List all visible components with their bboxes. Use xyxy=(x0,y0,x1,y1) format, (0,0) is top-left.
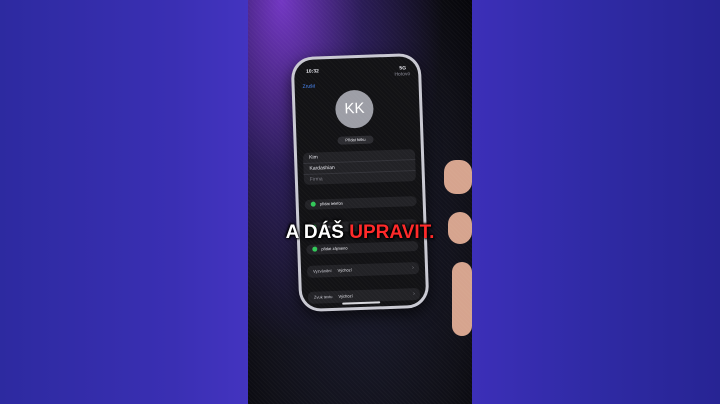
video-frame: 10:32 5G Zrušit Hotovo KK Přidat fotku K… xyxy=(248,0,472,404)
ringtone-value: Výchozí xyxy=(337,267,352,273)
chevron-right-icon: › xyxy=(411,265,415,272)
text-tone-value: Výchozí xyxy=(338,293,353,299)
hand xyxy=(452,262,472,336)
ringtone-card: Vyzvánění Výchozí › xyxy=(306,261,420,278)
add-pronunciation-label: přidat zájmeno xyxy=(321,245,348,252)
add-phone-row[interactable]: přidat telefon xyxy=(305,196,417,210)
status-bar: 10:32 5G xyxy=(306,65,406,76)
name-card: Kim Kardashian Firma xyxy=(302,149,416,185)
add-photo-button[interactable]: Přidat fotku xyxy=(337,135,374,145)
text-tone-label: Zvuk textu xyxy=(313,294,333,300)
phone-screen: 10:32 5G Zrušit Hotovo KK Přidat fotku K… xyxy=(293,55,427,310)
ringtone-row[interactable]: Vyzvánění Výchozí › xyxy=(307,262,419,278)
add-icon xyxy=(312,246,318,253)
ringtone-label: Vyzvánění xyxy=(312,268,332,274)
chevron-right-icon: › xyxy=(412,291,416,298)
add-phone-label: přidat telefon xyxy=(319,200,343,207)
avatar[interactable]: KK xyxy=(334,89,375,129)
home-indicator xyxy=(342,301,381,305)
caption-part-white: A DÁŠ xyxy=(285,222,344,243)
right-blurred-background xyxy=(472,0,720,404)
finger xyxy=(444,160,472,194)
caption-part-red: UPRAVIT. xyxy=(349,222,435,243)
status-time: 10:32 xyxy=(305,68,319,75)
phone: 10:32 5G Zrušit Hotovo KK Přidat fotku K… xyxy=(290,52,430,313)
done-button[interactable]: Hotovo xyxy=(394,71,410,78)
add-icon xyxy=(310,201,316,208)
add-phone-card: přidat telefon xyxy=(304,196,417,210)
subtitle-caption: A DÁŠ UPRAVIT. xyxy=(0,222,720,244)
cancel-button[interactable]: Zrušit xyxy=(303,84,316,90)
left-blurred-background xyxy=(0,0,248,404)
